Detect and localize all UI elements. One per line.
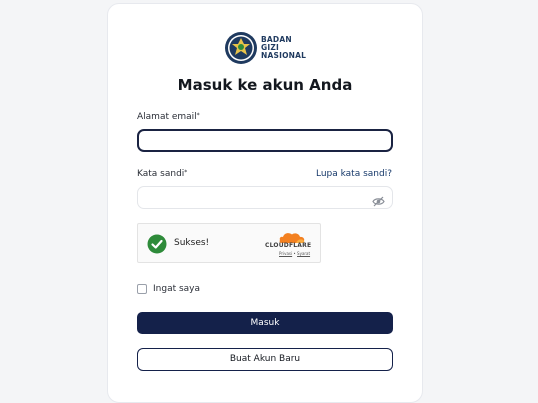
password-required-mark: * (184, 169, 188, 176)
brand-logo: BADAN GIZI NASIONAL (224, 31, 306, 65)
cloudflare-captcha-widget[interactable]: Sukses! CLOUDFLARE Privasi • Syarat (137, 223, 321, 263)
badan-gizi-emblem-icon (225, 32, 257, 64)
password-label-text: Kata sandi (137, 169, 185, 179)
forgot-password-link[interactable]: Lupa kata sandi? (316, 169, 392, 179)
email-label-text: Alamat email (137, 112, 197, 122)
remember-me-label[interactable]: Ingat saya (153, 284, 200, 294)
privacy-link[interactable]: Privasi (279, 251, 292, 256)
email-label: Alamat email* (137, 112, 200, 122)
email-required-mark: * (196, 112, 200, 119)
cloudflare-wordmark: CLOUDFLARE (265, 242, 312, 249)
page-title: Masuk ke akun Anda (177, 76, 353, 94)
create-account-button[interactable]: Buat Akun Baru (137, 348, 393, 371)
brand-line-3: NASIONAL (261, 51, 307, 60)
email-field[interactable] (137, 129, 393, 152)
remember-me-checkbox[interactable] (137, 284, 147, 294)
password-field[interactable] (137, 186, 393, 209)
captcha-links: Privasi • Syarat (279, 251, 310, 256)
login-button[interactable]: Masuk (137, 312, 393, 334)
success-check-icon (147, 234, 167, 254)
password-label: Kata sandi* (137, 169, 187, 179)
captcha-status: Sukses! (174, 238, 210, 248)
eye-off-icon (372, 196, 385, 207)
terms-link[interactable]: Syarat (297, 251, 310, 256)
toggle-password-visibility[interactable] (372, 192, 385, 211)
